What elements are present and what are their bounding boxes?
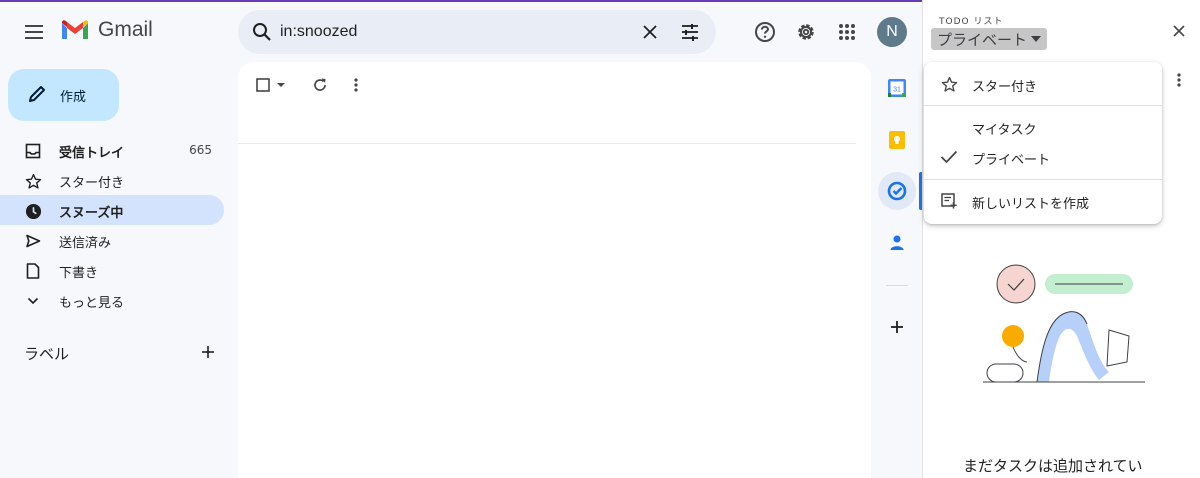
search-bar[interactable]	[238, 10, 716, 54]
menu-item-label: マイタスク	[972, 123, 1037, 138]
calendar-app-icon[interactable]: 31	[886, 77, 908, 99]
search-icon[interactable]	[250, 20, 274, 44]
toolbar-divider	[238, 143, 856, 144]
compose-label: 作成	[60, 90, 87, 105]
menu-icon	[25, 25, 43, 39]
pencil-icon	[26, 83, 48, 109]
filter-options-icon[interactable]	[678, 20, 702, 44]
empty-tasks-message: まだタスクは追加されてい	[963, 457, 1143, 475]
more-options-button[interactable]	[344, 73, 368, 97]
refresh-icon	[314, 78, 326, 91]
sidebar-item-label: 下書き	[59, 266, 99, 281]
sidebar-item-starred[interactable]: スター付き	[0, 165, 224, 195]
menu-item-label: プライベート	[972, 153, 1051, 168]
menu-separator	[924, 105, 1162, 106]
apps-grid-icon[interactable]	[835, 20, 859, 44]
inbox-icon	[24, 142, 42, 160]
side-apps-strip	[872, 62, 922, 478]
search-input[interactable]	[280, 21, 620, 43]
star-icon	[940, 75, 958, 93]
tasks-panel-caption: TODO リスト	[939, 17, 1004, 27]
more-vert-icon	[354, 78, 358, 92]
help-icon[interactable]	[753, 20, 777, 44]
chevron-down-icon	[24, 292, 42, 310]
clear-search-icon[interactable]	[638, 20, 662, 44]
send-icon	[24, 232, 42, 250]
gmail-m-icon	[62, 20, 88, 39]
menu-item-create-new-list[interactable]: 新しいリストを作成	[924, 186, 1162, 216]
keep-app-icon[interactable]	[886, 129, 908, 151]
checkbox-icon	[256, 78, 285, 92]
plus-icon	[202, 346, 214, 358]
settings-icon[interactable]	[794, 20, 818, 44]
close-tasks-button[interactable]	[1169, 21, 1189, 41]
more-vert-icon	[1177, 73, 1181, 87]
app-name: Gmail	[98, 18, 153, 41]
menu-separator	[924, 179, 1162, 180]
tasks-app-icon[interactable]	[886, 180, 908, 202]
close-icon	[1173, 25, 1185, 37]
mail-list-panel	[238, 62, 871, 478]
dropdown-arrow-icon	[1031, 36, 1042, 42]
menu-item-private[interactable]: プライベート	[924, 142, 1162, 172]
menu-item-label: 新しいリストを作成	[972, 197, 1090, 212]
labels-heading: ラベル	[24, 345, 70, 363]
sidebar-item-inbox[interactable]: 受信トレイ 665	[0, 135, 224, 165]
sidebar-item-label: スヌーズ中	[59, 206, 124, 221]
clock-icon	[24, 202, 42, 220]
sidebar-item-label: もっと見る	[59, 296, 125, 311]
gmail-logo[interactable]: Gmail	[60, 18, 153, 42]
strip-separator	[886, 285, 908, 286]
new-list-icon	[940, 192, 958, 210]
task-list-selector[interactable]: プライベート	[931, 28, 1048, 50]
get-addons-button[interactable]	[886, 316, 908, 338]
menu-item-starred[interactable]: スター付き	[924, 69, 1162, 99]
refresh-button[interactable]	[308, 73, 332, 97]
empty-tasks-illustration	[983, 264, 1145, 383]
tasks-more-options-button[interactable]	[1173, 70, 1185, 90]
sidebar-item-more[interactable]: もっと見る	[0, 285, 224, 315]
contacts-app-icon[interactable]	[886, 232, 908, 254]
check-icon	[940, 148, 958, 166]
draft-icon	[24, 262, 42, 280]
account-avatar[interactable]: N	[877, 17, 907, 47]
sidebar-item-label: 送信済み	[59, 236, 112, 251]
svg-text:31: 31	[893, 87, 901, 94]
sidebar-item-label: スター付き	[59, 176, 125, 191]
menu-item-label: スター付き	[972, 80, 1038, 95]
selected-list-label: プライベート	[937, 30, 1028, 49]
sidebar-item-drafts[interactable]: 下書き	[0, 255, 224, 285]
sidebar-item-label: 受信トレイ	[59, 146, 125, 161]
star-icon	[24, 172, 42, 190]
select-all-checkbox[interactable]	[254, 73, 288, 97]
sidebar-item-snoozed[interactable]: スヌーズ中	[0, 195, 224, 225]
task-list-dropdown-menu: スター付き マイタスク プライベート 新しいリストを作成	[924, 62, 1162, 224]
plus-icon	[891, 321, 903, 333]
compose-button[interactable]: 作成	[8, 69, 119, 121]
main-menu-button[interactable]	[18, 16, 50, 48]
add-label-button[interactable]	[197, 341, 219, 363]
unread-count: 665	[189, 143, 212, 157]
menu-item-my-tasks[interactable]: マイタスク	[924, 112, 1162, 142]
sidebar-item-sent[interactable]: 送信済み	[0, 225, 224, 255]
